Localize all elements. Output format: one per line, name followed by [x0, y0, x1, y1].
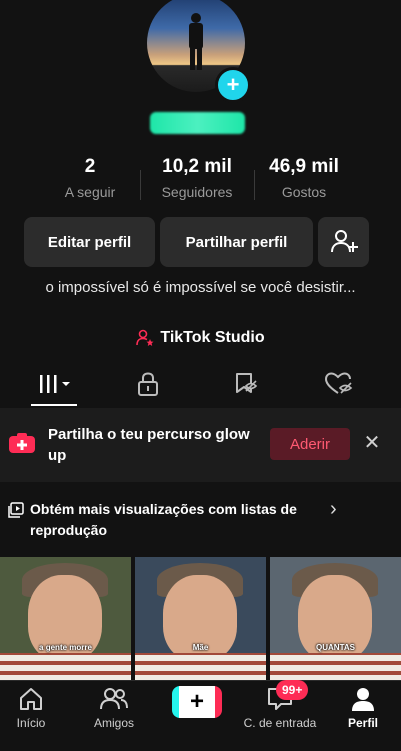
thumbnail-shirt [135, 653, 266, 681]
friends-icon [100, 688, 128, 710]
nav-friends-label: Amigos [93, 716, 134, 730]
bio-text: o impossível só é impossível se você des… [45, 279, 356, 296]
tab-liked[interactable] [314, 370, 364, 398]
bookmark-icon [236, 373, 258, 393]
playlist-prompt[interactable]: Obtém mais visualizações com listas de r… [30, 499, 330, 541]
thumbnail-shirt [0, 653, 131, 681]
avatar-silhouette [189, 13, 203, 70]
stat-likes-label: Gostos [281, 184, 327, 200]
profile-icon [352, 688, 374, 711]
nav-friends[interactable]: Amigos [79, 684, 149, 730]
stat-likes-value: 46,9 mil [269, 156, 339, 177]
stat-followers-value: 10,2 mil [162, 156, 232, 177]
video-caption: a gente morre [39, 643, 92, 652]
tab-saved[interactable] [220, 370, 270, 398]
plus-icon: + [179, 686, 215, 718]
stat-followers[interactable]: 10,2 mil Seguidores [150, 156, 244, 200]
stat-likes[interactable]: 46,9 mil Gostos [262, 156, 346, 200]
join-button[interactable]: Aderir [270, 428, 350, 460]
stat-divider [140, 170, 141, 200]
studio-label: TikTok Studio [160, 329, 265, 346]
nav-profile-label: Perfil [347, 716, 378, 730]
video-thumbnail[interactable]: a gente morre [0, 557, 131, 681]
stat-following[interactable]: 2 A seguir [55, 156, 125, 200]
stat-following-value: 2 [84, 156, 96, 177]
video-caption: Mãe [192, 643, 209, 652]
plus-icon: + [226, 72, 240, 97]
tiktok-studio-link[interactable]: TikTok Studio [0, 329, 401, 347]
stat-divider [254, 170, 255, 200]
video-thumbnail[interactable]: QUANTAS [270, 557, 401, 681]
add-friend-button[interactable] [318, 217, 369, 267]
heart-hidden-icon [325, 372, 353, 394]
nav-home-label: Início [16, 716, 46, 730]
home-icon [20, 688, 42, 710]
nav-home[interactable]: Início [0, 684, 66, 730]
grid-icon [40, 375, 70, 393]
video-thumbnail[interactable]: Mãe [135, 557, 266, 681]
stat-followers-label: Seguidores [161, 184, 233, 200]
video-caption: QUANTAS [316, 643, 355, 652]
nav-inbox-label: C. de entrada [243, 716, 317, 730]
tab-active-indicator [31, 404, 77, 406]
edit-profile-button[interactable]: Editar perfil [24, 217, 155, 267]
banner-camera-icon [8, 432, 36, 459]
share-profile-button[interactable]: Partilhar perfil [160, 217, 313, 267]
thumbnail-shirt [270, 653, 401, 681]
chevron-right-icon[interactable]: › [330, 498, 337, 521]
username-redacted [150, 112, 245, 134]
close-icon[interactable]: ✕ [362, 432, 382, 454]
add-user-icon [330, 230, 358, 253]
banner-text: Partilha o teu percurso glow up [48, 426, 250, 464]
lock-icon [138, 372, 158, 396]
studio-user-icon [136, 329, 154, 346]
nav-profile[interactable]: Perfil [328, 684, 398, 730]
tab-private[interactable] [123, 370, 173, 398]
inbox-badge: 99+ [276, 680, 309, 700]
playlist-icon [8, 502, 24, 523]
create-button[interactable]: + [172, 686, 222, 718]
stat-following-label: A seguir [64, 184, 116, 200]
tab-videos[interactable] [31, 370, 81, 398]
avatar-add-button[interactable]: + [215, 67, 251, 103]
